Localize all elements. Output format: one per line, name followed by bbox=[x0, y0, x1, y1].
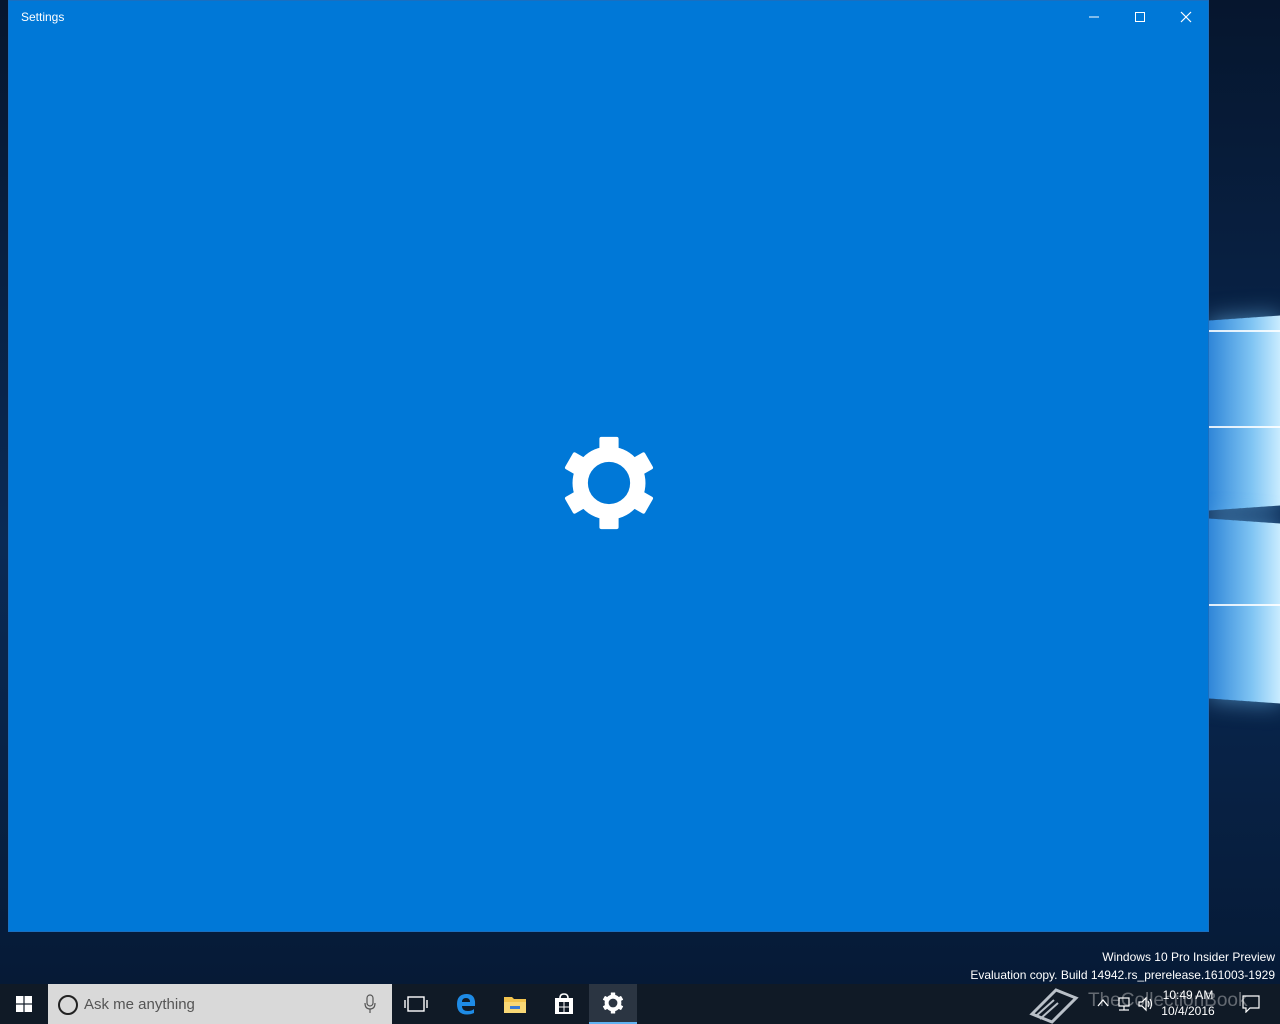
store-button[interactable] bbox=[540, 984, 588, 1024]
minimize-button[interactable] bbox=[1071, 1, 1117, 33]
maximize-button[interactable] bbox=[1117, 1, 1163, 33]
store-icon bbox=[555, 993, 573, 1014]
title-bar[interactable]: Settings bbox=[9, 1, 1208, 33]
logo-light-line bbox=[1209, 604, 1280, 606]
clock[interactable]: 10:49 AM 10/4/2016 bbox=[1156, 987, 1220, 1019]
action-center-icon[interactable] bbox=[1242, 995, 1260, 1013]
taskbar: Ask me anything TheCollectionBook 10:49 … bbox=[0, 984, 1280, 1024]
network-icon[interactable] bbox=[1117, 996, 1133, 1012]
windows-logo-pane-bottom bbox=[1209, 518, 1280, 704]
system-tray: TheCollectionBook 10:49 AM 10/4/2016 bbox=[1020, 984, 1280, 1024]
evaluation-watermark: Windows 10 Pro Insider Preview Evaluatio… bbox=[970, 948, 1275, 984]
start-button[interactable] bbox=[0, 984, 48, 1024]
clock-date: 10/4/2016 bbox=[1161, 1004, 1215, 1018]
settings-taskbar-button[interactable] bbox=[589, 984, 637, 1024]
settings-window: Settings bbox=[8, 0, 1209, 932]
clock-time: 10:49 AM bbox=[1162, 988, 1214, 1002]
window-title: Settings bbox=[21, 10, 65, 24]
close-icon bbox=[1180, 11, 1192, 23]
close-button[interactable] bbox=[1163, 1, 1209, 33]
task-view-icon bbox=[404, 996, 428, 1012]
book-icon bbox=[1029, 988, 1079, 1024]
windows-logo-icon bbox=[16, 996, 32, 1012]
watermark-edition: Windows 10 Pro Insider Preview bbox=[1102, 950, 1275, 964]
edge-icon bbox=[457, 994, 476, 1015]
folder-icon bbox=[504, 997, 526, 1013]
maximize-icon bbox=[1135, 12, 1145, 22]
logo-light-line bbox=[1209, 426, 1280, 428]
windows-logo-pane-top bbox=[1209, 315, 1280, 511]
desktop-background: Windows 10 Pro Insider Preview Evaluatio… bbox=[0, 0, 1280, 984]
volume-icon[interactable] bbox=[1138, 996, 1154, 1012]
chevron-up-icon[interactable] bbox=[1096, 996, 1110, 1010]
logo-light-line bbox=[1209, 330, 1280, 332]
watermark-build: Evaluation copy. Build 14942.rs_prerelea… bbox=[970, 968, 1275, 982]
search-box[interactable]: Ask me anything bbox=[48, 984, 392, 1024]
search-placeholder: Ask me anything bbox=[84, 996, 195, 1013]
edge-button[interactable] bbox=[442, 984, 490, 1024]
cortana-icon bbox=[58, 995, 78, 1015]
file-explorer-button[interactable] bbox=[491, 984, 539, 1024]
microphone-icon[interactable] bbox=[364, 994, 376, 1014]
task-view-button[interactable] bbox=[392, 984, 440, 1024]
gear-icon bbox=[602, 992, 624, 1014]
minimize-icon bbox=[1089, 16, 1099, 18]
gear-icon bbox=[564, 436, 654, 530]
